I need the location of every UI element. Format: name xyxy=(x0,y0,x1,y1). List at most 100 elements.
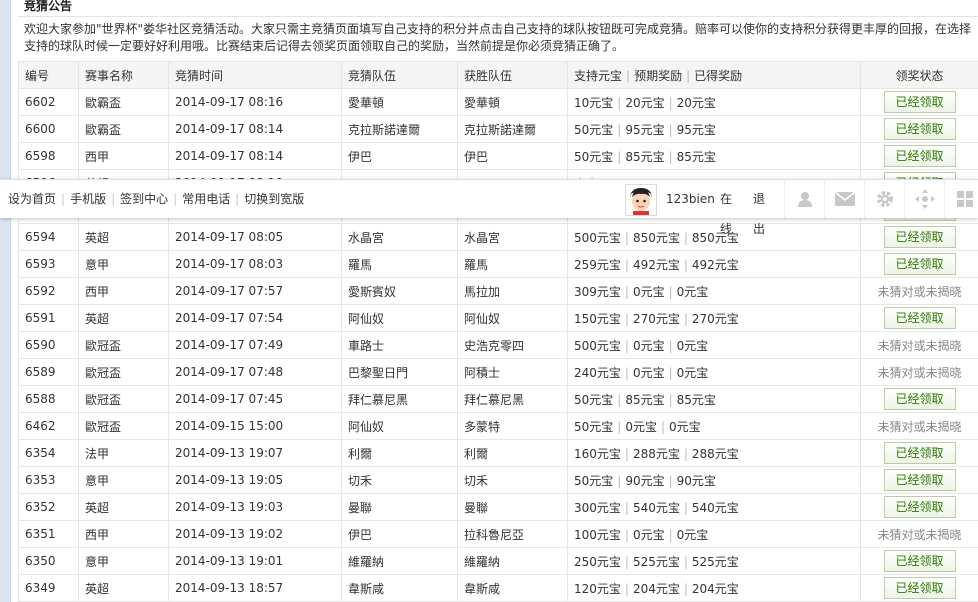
cell-time: 2014-09-13 19:02 xyxy=(168,520,342,548)
cell-got: 85元宝 xyxy=(676,392,716,407)
cell-status: 未猜对或未揭晓 xyxy=(860,277,978,305)
cell-league: 英超 xyxy=(78,574,169,602)
claimed-button[interactable]: 已经领取 xyxy=(883,577,956,599)
claimed-button[interactable]: 已经领取 xyxy=(883,469,956,491)
cell-status: 已经领取 xyxy=(860,250,978,278)
set-homepage-link[interactable]: 设为首页 xyxy=(8,192,56,206)
cell-league: 歐霸盃 xyxy=(78,115,169,143)
col-id: 编号 xyxy=(18,61,79,89)
wide-version-link[interactable]: 切换到宽版 xyxy=(244,192,304,206)
phone-link[interactable]: 常用电话 xyxy=(182,192,230,206)
panel-title: 竞猜公告 xyxy=(18,0,978,17)
table-row: 6354 法甲 2014-09-13 19:07 利爾 利爾 160元宝 | 288元宝 | 28… xyxy=(18,439,978,467)
cell-team: 阿仙奴 xyxy=(341,412,458,440)
cell-bet: 240元宝 xyxy=(574,365,621,380)
cell-league: 西甲 xyxy=(78,277,169,305)
table-row: 6588 歐冠盃 2014-09-17 07:45 拜仁慕尼黑 拜仁慕尼黑 50元宝 | 85… xyxy=(18,385,978,413)
claimed-button[interactable]: 已经领取 xyxy=(883,550,956,572)
claimed-button[interactable]: 已经领取 xyxy=(883,253,956,275)
cell-team: 拜仁慕尼黑 xyxy=(341,385,458,413)
cell-league: 西甲 xyxy=(78,520,169,548)
user-icon[interactable] xyxy=(784,180,825,218)
cell-bet: 50元宝 xyxy=(574,473,614,488)
cell-time: 2014-09-17 07:54 xyxy=(168,304,342,332)
checkin-link[interactable]: 签到中心 xyxy=(120,192,168,206)
claimed-button[interactable]: 已经领取 xyxy=(883,226,956,248)
unclaimed-text: 未猜对或未揭晓 xyxy=(877,284,962,299)
table-row: 6594 英超 2014-09-17 08:05 水晶宮 水晶宮 500元宝 | 850元宝 |… xyxy=(18,223,978,251)
cell-id: 6352 xyxy=(18,493,79,521)
cell-time: 2014-09-17 07:48 xyxy=(168,358,342,386)
cell-league: 歐冠盃 xyxy=(78,385,169,413)
table-row: 6593 意甲 2014-09-17 08:03 羅馬 羅馬 259元宝 | 492元宝 | 49… xyxy=(18,250,978,278)
cell-id: 6594 xyxy=(18,223,79,251)
cell-id: 6602 xyxy=(18,88,79,116)
cell-amounts: 309元宝 | 0元宝 | 0元宝 xyxy=(567,277,861,305)
cell-time: 2014-09-17 08:14 xyxy=(168,115,342,143)
cell-amounts: 50元宝 | 0元宝 | 0元宝 xyxy=(567,412,861,440)
claimed-button[interactable]: 已经领取 xyxy=(883,307,956,329)
cell-expected: 0元宝 xyxy=(632,527,665,542)
grid-icon[interactable] xyxy=(944,180,978,218)
cell-amounts: 50元宝 | 90元宝 | 90元宝 xyxy=(567,466,861,494)
table-row: 6589 歐冠盃 2014-09-17 07:48 巴黎聖日門 阿積士 240元宝 | 0元宝… xyxy=(18,358,978,386)
claimed-button[interactable]: 已经领取 xyxy=(883,118,956,140)
cell-winner: 阿仙奴 xyxy=(457,304,568,332)
cell-bet: 50元宝 xyxy=(574,149,614,164)
cell-winner: 水晶宮 xyxy=(457,223,568,251)
claimed-button[interactable]: 已经领取 xyxy=(883,388,956,410)
col-league: 赛事名称 xyxy=(78,61,169,89)
mobile-link[interactable]: 手机版 xyxy=(70,192,106,206)
cell-got: 90元宝 xyxy=(676,473,716,488)
col-time: 竞猜时间 xyxy=(168,61,342,89)
cell-time: 2014-09-17 07:49 xyxy=(168,331,342,359)
cell-status: 未猜对或未揭晓 xyxy=(860,358,978,386)
cell-team: 巴黎聖日門 xyxy=(341,358,458,386)
cell-amounts: 150元宝 | 270元宝 | 270元宝 xyxy=(567,304,861,332)
cell-time: 2014-09-17 08:16 xyxy=(168,88,342,116)
cell-status: 已经领取 xyxy=(860,385,978,413)
cell-expected: 270元宝 xyxy=(632,311,680,326)
col-team: 竞猜队伍 xyxy=(341,61,458,89)
cell-status: 未猜对或未揭晓 xyxy=(860,412,978,440)
mail-icon[interactable] xyxy=(824,180,865,218)
cell-amounts: 500元宝 | 850元宝 | 850元宝 xyxy=(567,223,861,251)
logout-link[interactable]: 退出 xyxy=(753,184,765,244)
cell-status: 未猜对或未揭晓 xyxy=(860,331,978,359)
cell-expected: 85元宝 xyxy=(625,149,665,164)
cell-expected: 492元宝 xyxy=(632,257,680,272)
cell-expected: 0元宝 xyxy=(632,365,665,380)
table-row: 6353 意甲 2014-09-13 19:05 切禾 切禾 50元宝 | 90元宝 | 90元宝… xyxy=(18,466,978,494)
cell-winner: 維羅納 xyxy=(457,547,568,575)
cell-time: 2014-09-13 19:05 xyxy=(168,466,342,494)
cell-team: 克拉斯諾達爾 xyxy=(341,115,458,143)
claimed-button[interactable]: 已经领取 xyxy=(883,496,956,518)
floating-toolbar: 设为首页 | 手机版 | 签到中心 | 常用电话 | 切换到宽版 123bien 在线 退出 xyxy=(0,179,978,236)
cell-league: 英超 xyxy=(78,304,169,332)
guess-panel: 竞猜公告 欢迎大家参加"世界杯"娄华社区竞猜活动。大家只需主竞猜页面填写自己支持… xyxy=(18,0,978,602)
cell-expected: 0元宝 xyxy=(625,419,657,434)
username[interactable]: 123bien xyxy=(666,184,715,214)
cell-status: 已经领取 xyxy=(860,304,978,332)
claimed-button[interactable]: 已经领取 xyxy=(883,442,956,464)
cell-status: 已经领取 xyxy=(860,574,978,602)
table-row: 6598 西甲 2014-09-17 08:14 伊巴 伊巴 50元宝 | 85元宝 | 85元宝… xyxy=(18,142,978,170)
cell-amounts: 10元宝 | 20元宝 | 20元宝 xyxy=(567,88,861,116)
gear-icon[interactable] xyxy=(864,180,905,218)
cell-time: 2014-09-13 19:07 xyxy=(168,439,342,467)
col-expected: 预期奖励 xyxy=(634,68,683,83)
cell-amounts: 250元宝 | 525元宝 | 525元宝 xyxy=(567,547,861,575)
online-status: 在线 xyxy=(720,192,733,236)
unclaimed-text: 未猜对或未揭晓 xyxy=(877,365,962,380)
cell-expected: 95元宝 xyxy=(625,122,665,137)
cell-status: 已经领取 xyxy=(860,115,978,143)
cell-bet: 300元宝 xyxy=(574,500,621,515)
claimed-button[interactable]: 已经领取 xyxy=(883,91,956,113)
cell-id: 6598 xyxy=(18,142,79,170)
table-row: 6351 西甲 2014-09-13 19:02 伊巴 拉科魯尼亞 100元宝 | 0元宝 | 0… xyxy=(18,520,978,548)
avatar[interactable] xyxy=(625,184,657,216)
cell-got: 540元宝 xyxy=(691,500,739,515)
claimed-button[interactable]: 已经领取 xyxy=(883,145,956,167)
cell-expected: 0元宝 xyxy=(632,284,665,299)
move-icon[interactable] xyxy=(904,180,945,218)
